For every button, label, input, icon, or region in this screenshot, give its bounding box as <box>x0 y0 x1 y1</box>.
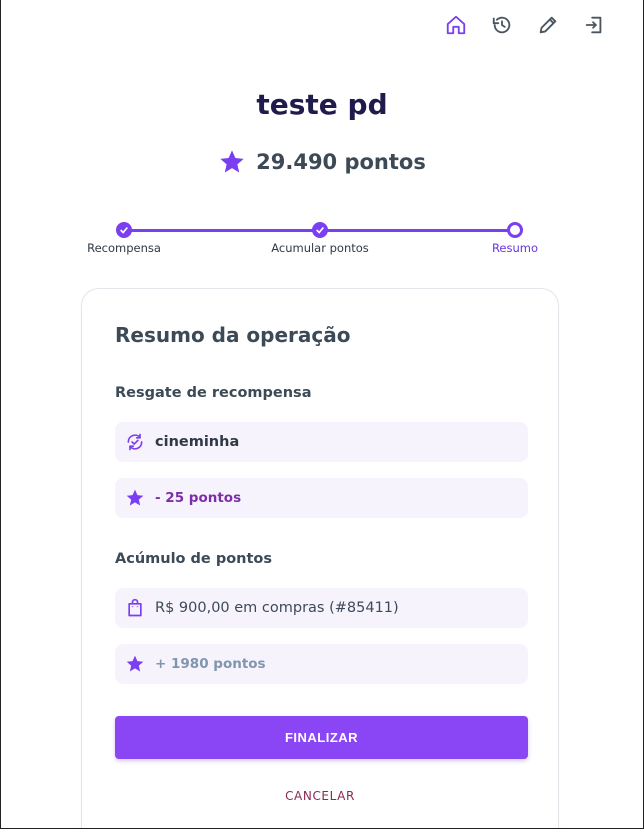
step-1-check <box>116 222 132 238</box>
purchase-item: R$ 900,00 em compras (#85411) <box>115 588 528 628</box>
reward-points-item: - 25 pontos <box>115 478 528 518</box>
purchase-text: R$ 900,00 em compras (#85411) <box>155 600 399 616</box>
redeem-section-title: Resgate de recompensa <box>115 385 312 401</box>
card-title: Resumo da operação <box>115 323 351 347</box>
step-label-recompensa: Recompensa <box>87 241 161 255</box>
top-toolbar <box>443 12 607 38</box>
earned-points-item: + 1980 pontos <box>115 644 528 684</box>
reward-name: cineminha <box>155 434 240 450</box>
accrual-section-title: Acúmulo de pontos <box>115 551 273 567</box>
points-value: 29.490 pontos <box>256 150 426 174</box>
star-icon <box>126 489 144 506</box>
home-icon <box>446 15 466 35</box>
step-label-resumo: Resumo <box>491 241 539 255</box>
history-icon <box>492 16 511 34</box>
history-button[interactable] <box>489 12 515 38</box>
step-2-check <box>312 222 328 238</box>
app-frame: teste pd 29.490 pontos Recompensa Acumul… <box>0 0 644 829</box>
star-icon <box>220 150 244 173</box>
step-3-current <box>507 222 523 238</box>
finalize-button[interactable]: FINALIZAR <box>115 716 528 759</box>
progress-stepper: Recompensa Acumular pontos Resumo <box>1 220 643 260</box>
earned-points-value: + 1980 pontos <box>155 656 266 672</box>
edit-button[interactable] <box>535 12 561 38</box>
edit-icon <box>539 16 557 34</box>
logout-icon <box>585 16 602 34</box>
shopping-bag-icon <box>128 598 142 617</box>
logout-button[interactable] <box>581 12 607 38</box>
summary-card: Resumo da operação Resgate de recompensa… <box>81 288 559 828</box>
reward-item: cineminha <box>115 422 528 462</box>
points-balance: 29.490 pontos <box>1 148 643 176</box>
cancel-button[interactable]: CANCELAR <box>82 789 558 803</box>
reward-points-value: - 25 pontos <box>155 490 242 506</box>
star-icon <box>126 655 144 672</box>
check-icon <box>120 226 128 234</box>
home-button[interactable] <box>443 12 469 38</box>
page-title: teste pd <box>256 88 388 121</box>
refresh-check-icon <box>127 433 143 451</box>
check-icon <box>316 226 324 234</box>
step-label-acumular: Acumular pontos <box>271 241 369 255</box>
